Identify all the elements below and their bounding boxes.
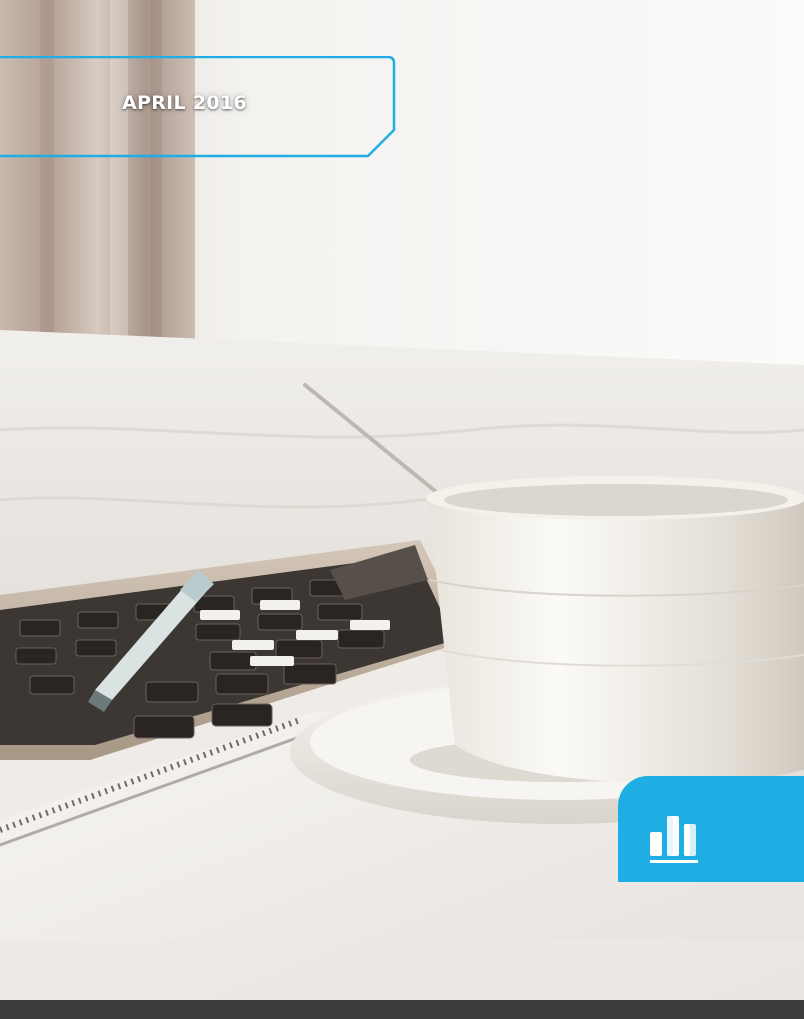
publication-date: APRIL 2016 <box>122 92 247 114</box>
bar-chart-logo-icon <box>650 816 698 863</box>
